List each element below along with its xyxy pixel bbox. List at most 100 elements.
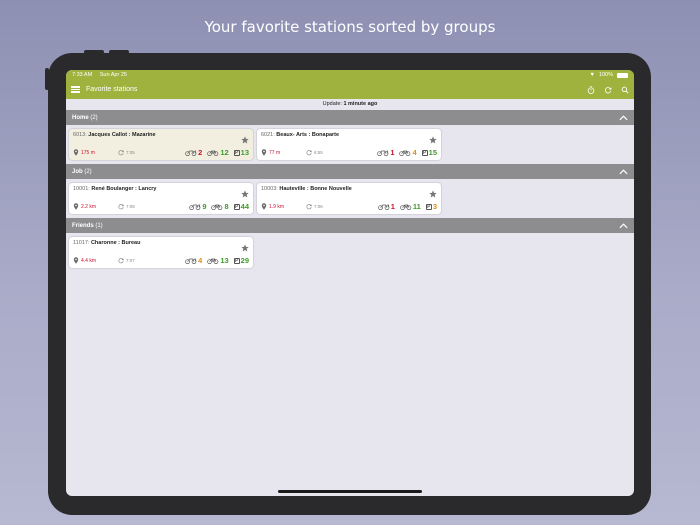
favorite-groups-list: Home (2) 6013: Jacques Callot : Mazarine… xyxy=(66,110,634,272)
refresh-time-icon xyxy=(306,203,312,210)
broken-bike-icon xyxy=(377,203,390,210)
group-count: (1) xyxy=(95,222,103,229)
station-card[interactable]: 6013: Jacques Callot : Mazarine 175 m 7:… xyxy=(69,129,253,160)
bike-icon xyxy=(400,204,412,210)
location-pin-icon xyxy=(73,203,79,210)
available-bikes-stat: 11 xyxy=(400,202,421,211)
group-count: (2) xyxy=(90,114,98,121)
station-title: 10001: René Boulanger : Lancry xyxy=(73,186,249,192)
update-status: Update: 1 minute ago xyxy=(66,99,634,110)
collapse-chevron-icon[interactable] xyxy=(619,168,628,175)
favorite-star-icon[interactable] xyxy=(429,185,437,198)
station-distance: 4.4 km xyxy=(81,257,97,264)
app-bar: Favorite stations xyxy=(66,80,634,99)
station-name: Hauteville : Bonne Nouvelle xyxy=(279,186,352,192)
collapse-chevron-icon[interactable] xyxy=(619,222,628,229)
broken-bike-icon xyxy=(189,203,201,210)
station-id: 6013: xyxy=(73,132,87,138)
group-header-friends[interactable]: Friends (1) xyxy=(66,218,634,233)
refresh-time-icon xyxy=(118,257,124,264)
available-bikes-count: 13 xyxy=(220,256,229,265)
station-title: 10003: Hauteville : Bonne Nouvelle xyxy=(261,186,437,192)
marketing-headline: Your favorite stations sorted by groups xyxy=(204,18,496,36)
free-docks-count: 15 xyxy=(428,148,437,157)
free-docks-stat: P 29 xyxy=(233,256,249,265)
parking-icon: P xyxy=(233,257,240,264)
available-bikes-stat: 4 xyxy=(399,148,417,157)
broken-bikes-stat: 4 xyxy=(185,256,202,265)
broken-bike-icon xyxy=(185,149,197,156)
favorite-star-icon[interactable] xyxy=(241,239,249,252)
station-update-time: 7:06 xyxy=(126,204,135,209)
favorite-star-icon[interactable] xyxy=(241,131,249,144)
station-name: Beaux- Arts : Bonaparte xyxy=(276,132,340,138)
group-name: Job xyxy=(72,168,83,175)
station-name: René Boulanger : Lancry xyxy=(91,186,157,192)
station-card[interactable]: 10003: Hauteville : Bonne Nouvelle 1.9 k… xyxy=(257,183,441,214)
free-docks-stat: P 13 xyxy=(233,148,249,157)
available-bikes-stat: 13 xyxy=(207,256,229,265)
group-name: Friends xyxy=(72,222,94,229)
station-distance: 2.2 km xyxy=(81,203,97,210)
stopwatch-icon[interactable] xyxy=(587,85,595,94)
battery-percent: 100% xyxy=(598,72,613,78)
available-bikes-stat: 12 xyxy=(207,148,229,157)
broken-bikes-count: 2 xyxy=(198,148,203,157)
available-bikes-stat: 8 xyxy=(211,202,229,211)
broken-bikes-count: 4 xyxy=(198,256,203,265)
page-title: Favorite stations xyxy=(86,86,138,93)
broken-bikes-stat: 2 xyxy=(185,148,202,157)
group-count: (2) xyxy=(84,168,92,175)
refresh-time-icon xyxy=(118,203,124,210)
free-docks-stat: P 44 xyxy=(233,202,249,211)
station-distance: 175 m xyxy=(81,149,95,156)
station-name: Charonne : Bureau xyxy=(90,240,141,246)
location-pin-icon xyxy=(73,257,79,264)
favorite-star-icon[interactable] xyxy=(429,131,437,144)
station-id: 10003: xyxy=(261,186,278,192)
station-card[interactable]: 11017: Charonne : Bureau 4.4 km 7:07 4 1… xyxy=(69,237,253,268)
free-docks-count: 44 xyxy=(240,202,249,211)
station-cards-row: 11017: Charonne : Bureau 4.4 km 7:07 4 1… xyxy=(66,233,634,272)
station-update-time: 6:55 xyxy=(314,150,323,155)
available-bikes-count: 11 xyxy=(412,202,421,211)
refresh-icon[interactable] xyxy=(604,86,612,94)
location-pin-icon xyxy=(73,149,79,156)
collapse-chevron-icon[interactable] xyxy=(619,114,628,121)
wifi-icon: ▼ xyxy=(589,72,595,78)
station-id: 11017: xyxy=(73,240,90,246)
available-bikes-count: 4 xyxy=(412,148,417,157)
hamburger-menu-icon[interactable] xyxy=(71,85,80,94)
location-pin-icon xyxy=(261,203,267,210)
bike-icon xyxy=(207,258,219,264)
station-name: Jacques Callot : Mazarine xyxy=(88,132,156,138)
station-update-time: 7:06 xyxy=(314,204,323,209)
station-card[interactable]: 6021: Beaux- Arts : Bonaparte 77 m 6:55 … xyxy=(257,129,441,160)
bike-icon xyxy=(399,150,411,156)
home-indicator xyxy=(278,490,422,493)
free-docks-count: 29 xyxy=(240,256,249,265)
broken-bikes-count: 1 xyxy=(390,202,395,211)
search-icon[interactable] xyxy=(621,86,629,94)
parking-icon: P xyxy=(233,149,240,156)
broken-bikes-stat: 9 xyxy=(189,202,206,211)
location-pin-icon xyxy=(261,149,267,156)
station-id: 6021: xyxy=(261,132,275,138)
station-title: 11017: Charonne : Bureau xyxy=(73,240,249,246)
station-title: 6021: Beaux- Arts : Bonaparte xyxy=(261,132,437,138)
favorite-star-icon[interactable] xyxy=(241,185,249,198)
available-bikes-count: 8 xyxy=(224,202,229,211)
app-screen: 7:33 AM Sun Apr 25 ▼ 100% Favorite stati… xyxy=(66,70,634,496)
broken-bikes-count: 9 xyxy=(202,202,207,211)
free-docks-stat: P 3 xyxy=(425,202,437,211)
station-cards-row: 10001: René Boulanger : Lancry 2.2 km 7:… xyxy=(66,179,634,218)
broken-bikes-count: 1 xyxy=(390,148,395,157)
group-header-job[interactable]: Job (2) xyxy=(66,164,634,179)
status-bar: 7:33 AM Sun Apr 25 ▼ 100% xyxy=(66,70,634,80)
station-cards-row: 6013: Jacques Callot : Mazarine 175 m 7:… xyxy=(66,125,634,164)
parking-icon: P xyxy=(233,203,240,210)
group-header-home[interactable]: Home (2) xyxy=(66,110,634,125)
station-card[interactable]: 10001: René Boulanger : Lancry 2.2 km 7:… xyxy=(69,183,253,214)
update-value: 1 minute ago xyxy=(343,101,378,107)
station-id: 10001: xyxy=(73,186,90,192)
